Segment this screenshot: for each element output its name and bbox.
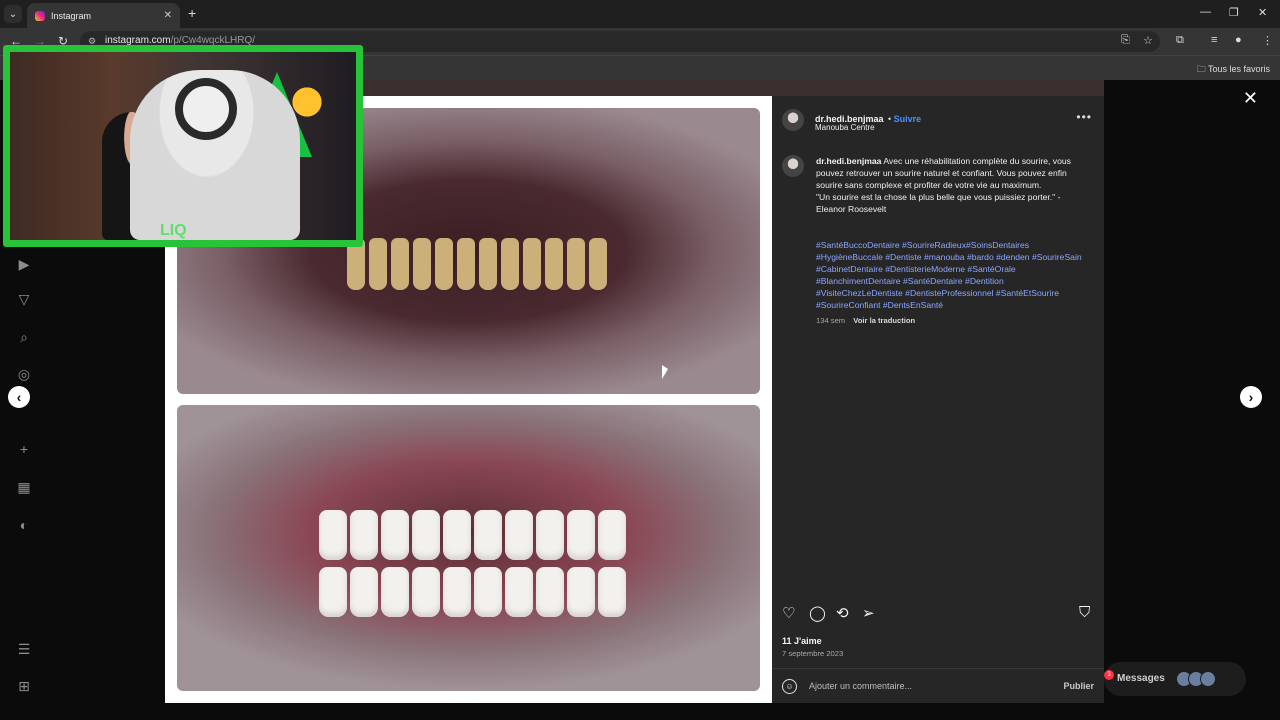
share-icon[interactable]: ➢ xyxy=(862,604,875,622)
close-modal-icon[interactable]: ✕ xyxy=(1243,88,1258,109)
restore-window-icon[interactable]: ❐ xyxy=(1229,6,1239,19)
follow-button[interactable]: Suivre xyxy=(894,114,922,124)
comment-icon[interactable]: ◯ xyxy=(809,604,826,622)
caption-username[interactable]: dr.hedi.benjmaa xyxy=(816,156,881,166)
minimize-window-icon[interactable]: — xyxy=(1200,6,1211,18)
publish-comment-button[interactable]: Publier xyxy=(1063,681,1094,691)
all-bookmarks-folder[interactable]: 🗀 Tous les favoris xyxy=(1197,62,1270,78)
save-bookmark-icon[interactable]: ⛉ xyxy=(1079,604,1090,621)
browser-tab-strip: ⌄ Instagram ✕ + — ❐ ✕ xyxy=(0,0,1280,28)
tab-search-button[interactable]: ⌄ xyxy=(4,5,22,23)
streamer-headphones xyxy=(175,78,237,140)
post-details-panel: dr.hedi.benjmaa • Suivre Manouba Centre … xyxy=(772,96,1104,703)
tab-title: Instagram xyxy=(51,10,92,21)
bookmark-star-icon[interactable]: ☆ xyxy=(1143,34,1153,47)
post-caption: dr.hedi.benjmaa Avec une réhabilitation … xyxy=(816,155,1078,215)
like-heart-icon[interactable]: ♡ xyxy=(782,604,795,622)
browser-menu-icon[interactable]: ⋮ xyxy=(1262,34,1273,47)
instagram-favicon-icon xyxy=(35,10,45,21)
post-date: 7 septembre 2023 xyxy=(782,649,844,658)
emoji-picker-icon[interactable]: ☺ xyxy=(782,679,797,694)
webcam-overlay xyxy=(3,45,363,247)
caption-meta: 134 sem Voir la traduction xyxy=(816,316,915,325)
comment-composer: ☺ Ajouter un commentaire... Publier xyxy=(772,668,1104,703)
webcam-video xyxy=(10,52,356,240)
dashboard-icon[interactable]: ▦ xyxy=(15,478,33,496)
browser-tab[interactable]: Instagram ✕ xyxy=(27,3,180,28)
post-age: 134 sem xyxy=(816,316,846,325)
after-teeth-photo xyxy=(177,405,760,691)
explore-icon[interactable]: ◎ xyxy=(15,365,33,383)
comment-input[interactable]: Ajouter un commentaire... xyxy=(809,681,912,691)
extensions-icon[interactable]: ⧉ xyxy=(1176,34,1184,47)
new-tab-button[interactable]: + xyxy=(188,5,196,21)
post-hashtags[interactable]: #SantéBuccoDentaire #SourireRadieux#Soin… xyxy=(816,239,1086,311)
profile-icon[interactable]: ◐ xyxy=(15,516,33,534)
caption-author-avatar[interactable] xyxy=(782,155,804,177)
close-tab-icon[interactable]: ✕ xyxy=(164,10,172,21)
post-location[interactable]: Manouba Centre xyxy=(815,123,875,132)
restored-teeth xyxy=(307,510,637,620)
messages-badge: 3 xyxy=(1104,670,1114,680)
install-app-icon[interactable]: ⎘ xyxy=(1121,34,1130,47)
more-options-icon[interactable]: ••• xyxy=(1076,110,1092,124)
post-header: dr.hedi.benjmaa • Suivre Manouba Centre … xyxy=(772,96,1104,144)
previous-post-button[interactable]: ‹ xyxy=(8,386,30,408)
worn-teeth xyxy=(327,238,627,308)
webcam-logo: LIQ xyxy=(160,222,187,239)
background-feed-strip xyxy=(362,80,1104,97)
caption-quote: "Un sourire est la chose la plus belle q… xyxy=(816,192,1061,214)
media-controls-icon[interactable]: ≡ xyxy=(1211,34,1217,46)
create-icon[interactable]: + xyxy=(15,440,33,458)
like-count[interactable]: 11 J'aime xyxy=(782,636,822,646)
post-actions: ♡ ◯ ⟲ ➢ ⛉ xyxy=(772,604,1104,628)
see-translation-link[interactable]: Voir la traduction xyxy=(853,316,915,325)
mouse-cursor xyxy=(662,365,668,379)
reels-icon[interactable]: ▶ xyxy=(15,255,33,273)
close-window-icon[interactable]: ✕ xyxy=(1258,6,1267,19)
messages-drawer[interactable]: 3 Messages xyxy=(1104,662,1246,696)
notifications-icon[interactable]: ▽ xyxy=(15,290,33,308)
next-post-button[interactable]: › xyxy=(1240,386,1262,408)
more-menu-icon[interactable]: ☰ xyxy=(15,640,33,658)
meta-apps-icon[interactable]: ⊞ xyxy=(15,677,33,695)
message-avatars xyxy=(1176,671,1216,687)
author-avatar[interactable] xyxy=(782,109,804,131)
messages-label: Messages xyxy=(1117,673,1165,684)
search-icon[interactable]: ⌕ xyxy=(15,328,33,346)
repost-icon[interactable]: ⟲ xyxy=(836,604,849,622)
profile-avatar[interactable]: ● xyxy=(1235,34,1242,46)
